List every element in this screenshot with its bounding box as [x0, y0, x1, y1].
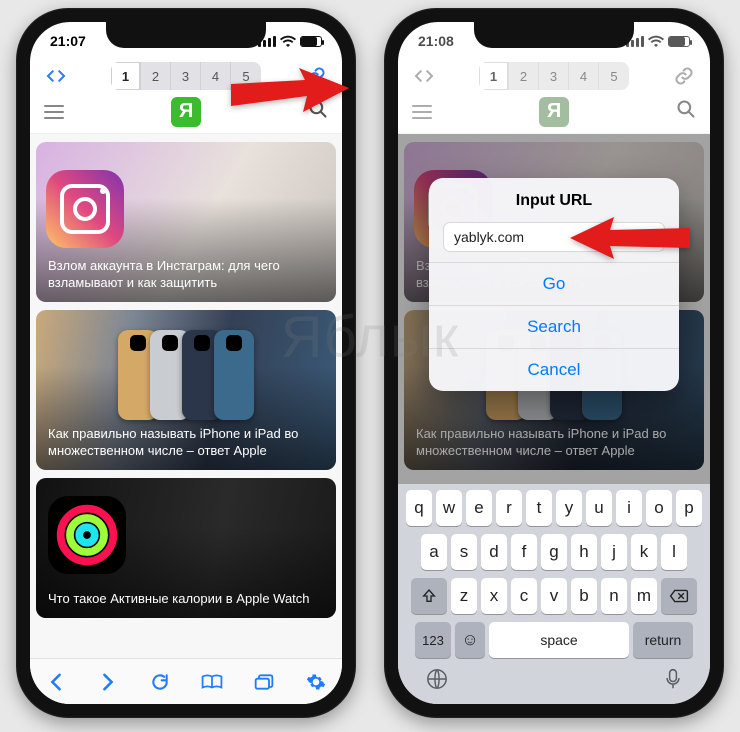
activity-rings-icon: [48, 496, 126, 574]
key-u[interactable]: u: [586, 490, 612, 526]
key-c[interactable]: c: [511, 578, 537, 614]
article-card[interactable]: Как правильно называть iPhone и iPad во …: [36, 310, 336, 470]
cancel-button[interactable]: Cancel: [429, 348, 679, 391]
dialog-title: Input URL: [429, 178, 679, 218]
phone-left: 21:07 1 2 3 4 5: [16, 8, 356, 718]
iphones-illustration: [46, 320, 326, 430]
tab-1[interactable]: 1: [111, 62, 141, 90]
backspace-key[interactable]: [661, 578, 697, 614]
key-b[interactable]: b: [571, 578, 597, 614]
tab-2[interactable]: 2: [509, 62, 539, 90]
tab-3[interactable]: 3: [539, 62, 569, 90]
clock: 21:08: [418, 33, 454, 49]
key-z[interactable]: z: [451, 578, 477, 614]
settings-button[interactable]: [301, 667, 331, 697]
battery-icon: [668, 36, 690, 47]
key-p[interactable]: p: [676, 490, 702, 526]
search-icon[interactable]: [676, 99, 696, 124]
clock: 21:07: [50, 33, 86, 49]
tab-4[interactable]: 4: [201, 62, 231, 90]
key-e[interactable]: e: [466, 490, 492, 526]
key-v[interactable]: v: [541, 578, 567, 614]
article-headline: Взлом аккаунта в Инстаграм: для чего взл…: [36, 248, 336, 302]
article-card[interactable]: Взлом аккаунта в Инстаграм: для чего взл…: [36, 142, 336, 302]
menu-icon[interactable]: [412, 105, 432, 119]
key-k[interactable]: k: [631, 534, 657, 570]
key-a[interactable]: a: [421, 534, 447, 570]
key-row-2: a s d f g h j k l: [402, 534, 706, 570]
key-r[interactable]: r: [496, 490, 522, 526]
tab-2[interactable]: 2: [141, 62, 171, 90]
tab-1[interactable]: 1: [479, 62, 509, 90]
bottom-toolbar: [30, 658, 342, 704]
key-row-3: z x c v b n m: [402, 578, 706, 614]
numbers-key[interactable]: 123: [415, 622, 451, 658]
phone-right: 21:08 1 2 3 4 5: [384, 8, 724, 718]
return-key[interactable]: return: [633, 622, 693, 658]
key-o[interactable]: o: [646, 490, 672, 526]
wifi-icon: [648, 35, 664, 47]
key-row-4: 123 ☺ space return: [402, 622, 706, 658]
key-d[interactable]: d: [481, 534, 507, 570]
key-i[interactable]: i: [616, 490, 642, 526]
article-headline: Что такое Активные калории в Apple Watch: [36, 581, 322, 618]
tabs-button[interactable]: [249, 667, 279, 697]
notch: [474, 22, 634, 48]
menu-icon[interactable]: [44, 105, 64, 119]
key-q[interactable]: q: [406, 490, 432, 526]
feed[interactable]: Взлом аккаунта в Инстаграм: для чего взл…: [30, 134, 342, 658]
reload-button[interactable]: [145, 667, 175, 697]
search-button[interactable]: Search: [429, 305, 679, 348]
key-w[interactable]: w: [436, 490, 462, 526]
battery-icon: [300, 36, 322, 47]
mic-icon[interactable]: [664, 668, 682, 690]
code-icon[interactable]: [410, 62, 438, 90]
wifi-icon: [280, 35, 296, 47]
site-logo[interactable]: Я: [539, 97, 569, 127]
notch: [106, 22, 266, 48]
key-row-1: q w e r t y u i o p: [402, 490, 706, 526]
key-j[interactable]: j: [601, 534, 627, 570]
instagram-icon: [46, 170, 124, 248]
article-card[interactable]: Что такое Активные калории в Apple Watch: [36, 478, 336, 618]
go-button[interactable]: Go: [429, 262, 679, 305]
key-t[interactable]: t: [526, 490, 552, 526]
tab-segmented: 1 2 3 4 5: [446, 62, 662, 90]
key-x[interactable]: x: [481, 578, 507, 614]
tab-3[interactable]: 3: [171, 62, 201, 90]
code-icon[interactable]: [42, 62, 70, 90]
key-s[interactable]: s: [451, 534, 477, 570]
key-y[interactable]: y: [556, 490, 582, 526]
annotation-arrow: [570, 215, 690, 261]
article-headline: Как правильно называть iPhone и iPad во …: [36, 416, 336, 470]
site-logo[interactable]: Я: [171, 97, 201, 127]
key-f[interactable]: f: [511, 534, 537, 570]
input-url-dialog: Input URL yablyk.com Go Search Cancel: [429, 178, 679, 391]
app-top-bar: 1 2 3 4 5: [398, 60, 710, 94]
key-l[interactable]: l: [661, 534, 687, 570]
shift-key[interactable]: [411, 578, 447, 614]
back-button[interactable]: [41, 667, 71, 697]
ios-keyboard: q w e r t y u i o p a s d f g h: [398, 484, 710, 704]
bookmarks-button[interactable]: [197, 667, 227, 697]
key-m[interactable]: m: [631, 578, 657, 614]
emoji-key[interactable]: ☺: [455, 622, 485, 658]
space-key[interactable]: space: [489, 622, 629, 658]
link-icon[interactable]: [670, 62, 698, 90]
annotation-arrow: [231, 68, 351, 128]
globe-icon[interactable]: [426, 668, 448, 690]
key-g[interactable]: g: [541, 534, 567, 570]
tab-4[interactable]: 4: [569, 62, 599, 90]
keyboard-footer: [402, 666, 706, 700]
tab-5[interactable]: 5: [599, 62, 629, 90]
key-h[interactable]: h: [571, 534, 597, 570]
site-header: Я: [398, 94, 710, 134]
forward-button[interactable]: [93, 667, 123, 697]
key-n[interactable]: n: [601, 578, 627, 614]
